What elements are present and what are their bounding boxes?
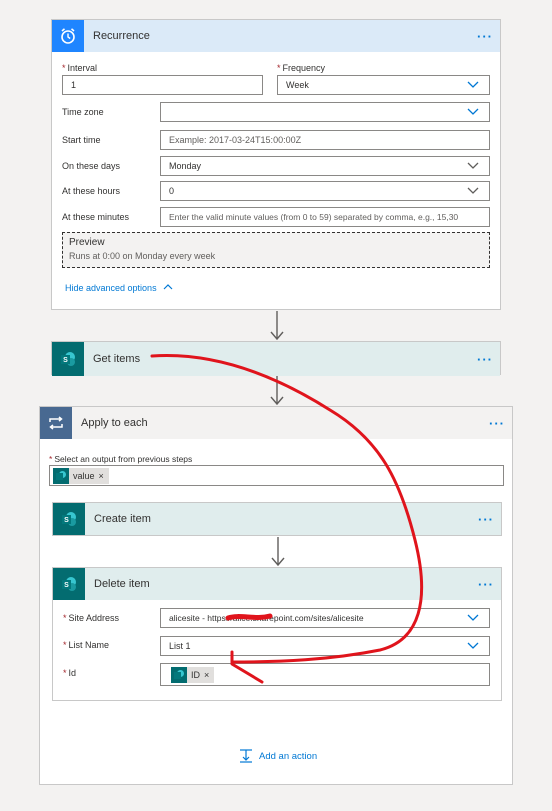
remove-token-icon[interactable]: × xyxy=(99,471,104,481)
remove-token-icon[interactable]: × xyxy=(204,670,209,680)
apply-to-each-title: Apply to each xyxy=(81,417,148,429)
site-address-value: alicesite - https://alice.sharepoint.com… xyxy=(169,613,364,623)
frequency-dropdown[interactable]: Week xyxy=(277,75,490,95)
delete-item-title: Delete item xyxy=(94,578,150,590)
create-item-card: S Create item ··· xyxy=(52,502,502,536)
delete-item-card: S Delete item ··· * Site Address alicesit… xyxy=(52,567,502,701)
preview-box: Preview Runs at 0:00 on Monday every wee… xyxy=(62,232,490,268)
loop-icon xyxy=(49,416,63,430)
hide-advanced-options-link[interactable]: Hide advanced options xyxy=(65,283,173,293)
sharepoint-icon: S xyxy=(62,512,76,526)
id-input[interactable]: ID × xyxy=(160,663,490,686)
recurrence-card: Recurrence ··· * Interval 1 * Frequency We… xyxy=(51,19,501,310)
flow-arrow xyxy=(270,311,284,341)
create-item-header[interactable]: S Create item ··· xyxy=(53,503,501,535)
interval-label: * Interval xyxy=(62,63,98,73)
minutes-label: At these minutes xyxy=(62,212,130,222)
id-token-label: ID xyxy=(191,669,200,680)
add-action-label: Add an action xyxy=(259,750,318,762)
chevron-down-icon xyxy=(467,642,479,649)
frequency-label: * Frequency xyxy=(277,63,326,73)
select-output-input[interactable]: value × xyxy=(49,465,504,486)
loop-icon-box xyxy=(40,407,72,439)
value-token[interactable]: value × xyxy=(53,467,109,484)
apply-to-each-card: Apply to each ··· * Select an output from… xyxy=(39,406,513,785)
flow-arrow xyxy=(270,376,284,406)
days-value: Monday xyxy=(169,161,202,171)
preview-text: Runs at 0:00 on Monday every week xyxy=(69,251,216,261)
delete-item-more-button[interactable]: ··· xyxy=(471,577,501,592)
sharepoint-icon xyxy=(53,467,69,484)
get-items-more-button[interactable]: ··· xyxy=(470,352,500,367)
create-item-title: Create item xyxy=(94,513,151,525)
apply-to-each-more-button[interactable]: ··· xyxy=(482,416,512,431)
sharepoint-icon-box: S xyxy=(53,568,85,600)
starttime-label: Start time xyxy=(62,135,101,145)
timezone-dropdown[interactable] xyxy=(160,102,490,122)
alarm-clock-icon xyxy=(61,28,75,44)
chevron-down-icon xyxy=(467,614,479,621)
svg-text:S: S xyxy=(63,357,68,364)
hours-label: At these hours xyxy=(62,186,121,196)
get-items-card: S Get items ··· xyxy=(51,341,501,376)
list-name-label: * List Name xyxy=(63,640,110,650)
starttime-input[interactable]: Example: 2017-03-24T15:00:00Z xyxy=(160,130,490,150)
minutes-input[interactable]: Enter the valid minute values (from 0 to… xyxy=(160,207,490,227)
chevron-down-icon xyxy=(467,108,479,115)
chevron-down-icon xyxy=(467,81,479,88)
preview-title: Preview xyxy=(69,237,105,248)
list-name-value: List 1 xyxy=(169,641,191,651)
hours-value: 0 xyxy=(169,186,175,196)
days-dropdown[interactable]: Monday xyxy=(160,156,490,176)
delete-item-header[interactable]: S Delete item ··· xyxy=(53,568,501,600)
hours-dropdown[interactable]: 0 xyxy=(160,181,490,201)
sharepoint-icon-box: S xyxy=(52,342,84,376)
recurrence-icon-box xyxy=(52,20,84,52)
timezone-label: Time zone xyxy=(62,107,104,117)
site-address-dropdown[interactable]: alicesite - https://alice.sharepoint.com… xyxy=(160,608,490,628)
svg-text:S: S xyxy=(64,517,69,524)
id-token[interactable]: ID × xyxy=(171,666,215,683)
get-items-header[interactable]: S Get items ··· xyxy=(52,342,500,376)
add-action-button[interactable]: Add an action xyxy=(238,748,317,764)
chevron-down-icon xyxy=(467,162,479,169)
get-items-title: Get items xyxy=(93,353,141,365)
site-address-label: * Site Address xyxy=(63,613,120,623)
days-label: On these days xyxy=(62,161,121,171)
value-token-label: value xyxy=(73,470,95,481)
flow-arrow xyxy=(271,537,285,567)
create-item-more-button[interactable]: ··· xyxy=(471,512,501,527)
chevron-up-icon xyxy=(163,284,173,290)
chevron-down-icon xyxy=(467,187,479,194)
recurrence-header[interactable]: Recurrence ··· xyxy=(52,20,500,52)
add-action-icon xyxy=(240,749,252,763)
recurrence-title: Recurrence xyxy=(93,30,150,42)
sharepoint-icon: S xyxy=(62,577,76,591)
frequency-value: Week xyxy=(286,80,309,90)
sharepoint-icon-box: S xyxy=(53,503,85,535)
list-name-dropdown[interactable]: List 1 xyxy=(160,636,490,656)
apply-to-each-header[interactable]: Apply to each ··· xyxy=(40,407,512,439)
sharepoint-icon xyxy=(171,666,187,683)
sharepoint-icon: S xyxy=(61,352,75,366)
select-output-label: * Select an output from previous steps xyxy=(49,454,193,464)
svg-text:S: S xyxy=(64,582,69,589)
interval-input[interactable]: 1 xyxy=(62,75,263,95)
recurrence-more-button[interactable]: ··· xyxy=(470,29,500,44)
id-label: * Id xyxy=(63,668,77,678)
